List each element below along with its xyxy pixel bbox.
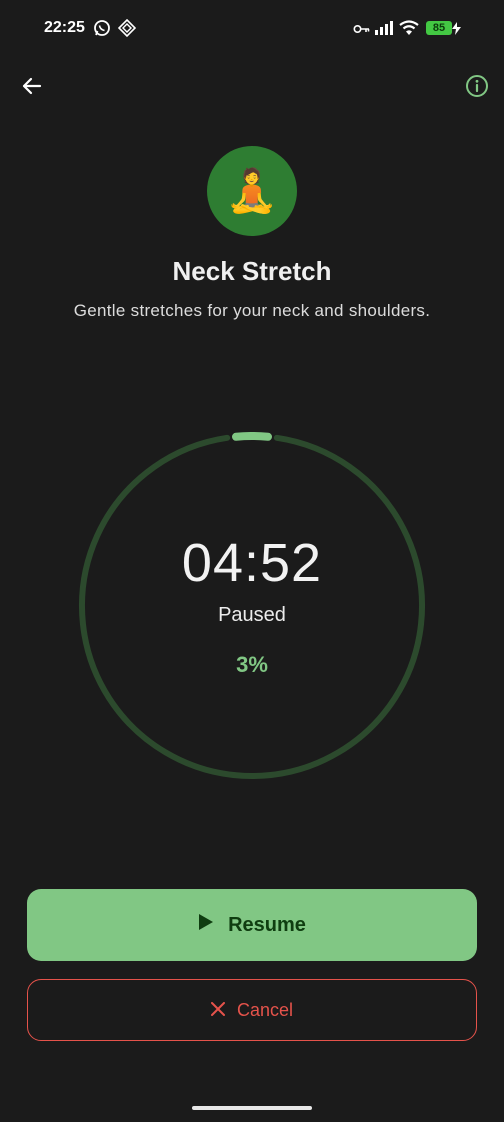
wifi-icon [399, 20, 419, 41]
progress-fill [232, 432, 272, 441]
info-button[interactable] [455, 66, 499, 110]
arrow-back-icon [21, 75, 43, 102]
progress-percent: 3% [236, 652, 268, 677]
diamond-app-icon [117, 18, 137, 42]
battery-charging-icon [452, 22, 461, 40]
whatsapp-icon [93, 19, 111, 42]
info-icon [465, 74, 489, 103]
cancel-button[interactable]: Cancel [27, 979, 477, 1041]
exercise-description: Gentle stretches for your neck and shoul… [73, 301, 431, 320]
status-bar: 22:25 85 [0, 0, 504, 56]
exercise-title: Neck Stretch [172, 256, 332, 286]
resume-button[interactable]: Resume [27, 889, 477, 961]
meditation-person-icon: 🧘 [225, 167, 279, 214]
timer-state: Paused [218, 604, 286, 626]
home-indicator [192, 1106, 312, 1110]
timer-display: 04:52 [181, 533, 323, 593]
play-icon [198, 913, 214, 937]
exercise-avatar: 🧘 [207, 146, 297, 236]
status-time: 22:25 [44, 19, 85, 36]
signal-icon [374, 20, 394, 41]
resume-label: Resume [228, 913, 306, 936]
close-icon [210, 1000, 225, 1021]
cancel-label: Cancel [236, 999, 294, 1020]
back-button[interactable] [10, 66, 54, 110]
battery-indicator: 85 [426, 21, 452, 35]
key-icon [353, 22, 370, 40]
